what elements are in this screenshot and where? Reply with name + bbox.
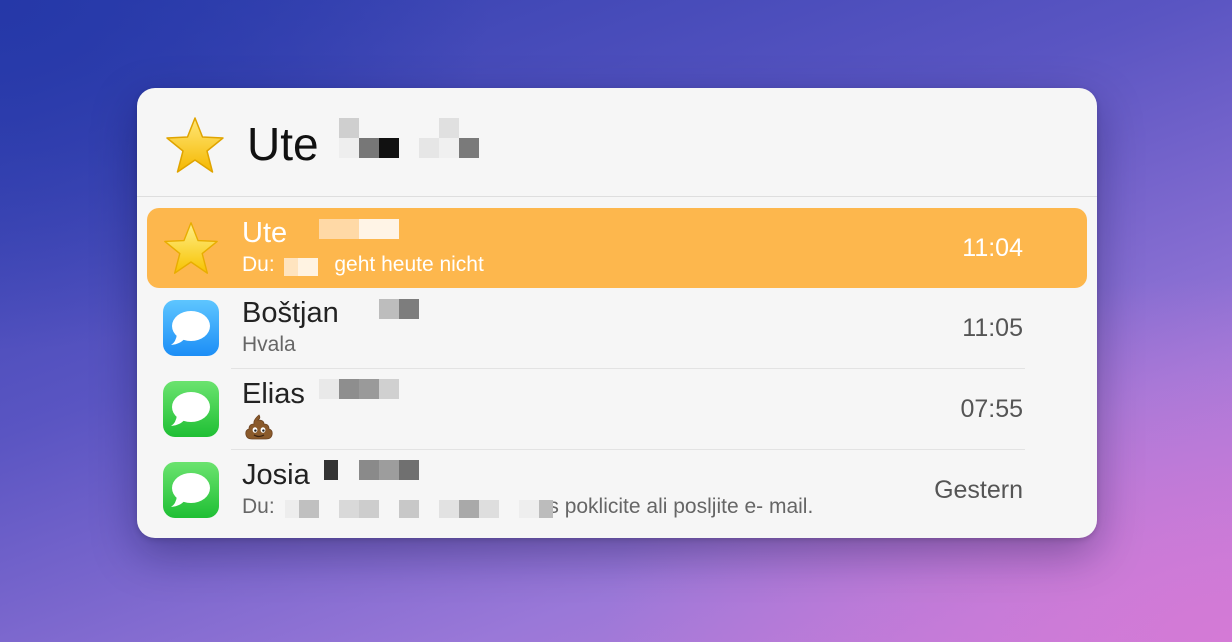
message-preview: Du: geht heute nicht — [242, 252, 484, 278]
conversation-row[interactable]: Ute Du: geht heute nicht 11:04 — [147, 208, 1087, 288]
conversation-row[interactable]: Elias 07:55 — [147, 369, 1087, 449]
spotlight-panel: Ute Ute Du: geht heute nicht 11:04 Boštj… — [137, 88, 1097, 538]
conversation-row[interactable]: Boštjan Hvala 11:05 — [147, 288, 1087, 368]
preview-text: .s poklicite ali posljite e- mail. — [542, 495, 814, 518]
contact-name: Josia — [242, 459, 310, 491]
messages-app-icon — [163, 462, 219, 518]
speech-bubble-icon — [171, 473, 210, 507]
message-time: 11:05 — [962, 314, 1023, 342]
preview-prefix: Du: — [242, 253, 275, 276]
poop-emoji-icon — [245, 414, 273, 440]
preview-prefix: Du: — [242, 495, 275, 518]
message-time: 11:04 — [962, 234, 1023, 262]
message-time: 07:55 — [960, 395, 1023, 423]
messages-app-icon — [163, 300, 219, 356]
speech-bubble-icon — [171, 311, 210, 345]
messages-app-icon — [163, 381, 219, 437]
message-time: Gestern — [934, 476, 1023, 504]
star-icon — [166, 117, 224, 173]
contact-name: Ute — [242, 217, 288, 249]
page-title: Ute — [247, 118, 319, 170]
speech-bubble-icon — [171, 392, 210, 426]
header-divider — [137, 196, 1097, 197]
contact-name: Boštjan — [242, 297, 339, 329]
conversation-row[interactable]: Josia Du: .s poklicite ali posljite e- m… — [147, 450, 1087, 530]
message-preview: Hvala — [242, 333, 296, 356]
star-icon — [164, 222, 218, 274]
header: Ute — [137, 88, 1097, 196]
contact-name: Elias — [242, 378, 305, 410]
preview-text: geht heute nicht — [334, 253, 484, 276]
